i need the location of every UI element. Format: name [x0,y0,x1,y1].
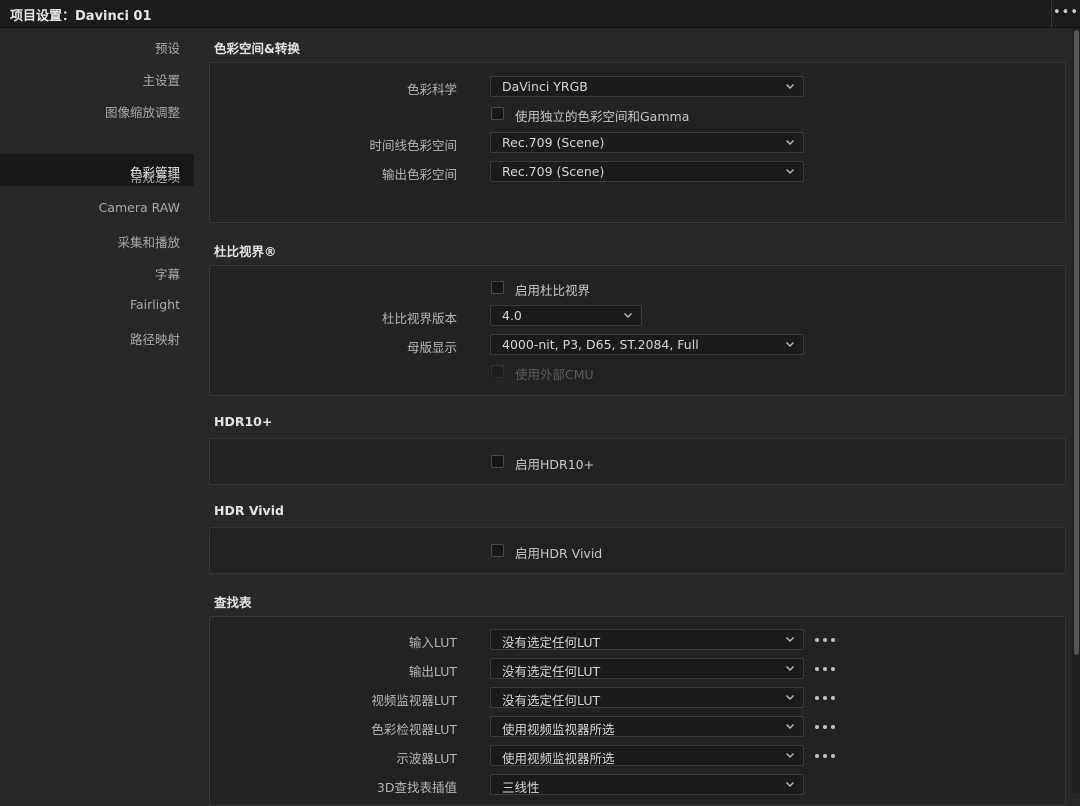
dropdown-value: 使用视频监视器所选 [502,722,615,737]
dropdown-value: Rec.709 (Scene) [502,135,605,150]
sidebar-item-master-settings[interactable]: 主设置 [142,70,180,89]
mastering-display-label: 母版显示 [406,340,457,355]
input-lut-dropdown[interactable]: 没有选定任何LUT [490,629,804,650]
input-lut-label: 输入LUT [408,635,457,650]
output-color-space-dropdown[interactable]: Rec.709 (Scene) [490,161,804,182]
dolby-vision-panel: 启用杜比视界 杜比视界版本 4.0 母版显示 4000-nit, P3, D65… [209,265,1066,396]
color-science-dropdown[interactable]: DaVinci YRGB [490,76,804,97]
chevron-down-icon [786,695,794,700]
separate-gamma-checkbox[interactable] [491,107,504,120]
dropdown-value: 使用视频监视器所选 [502,751,615,766]
scope-lut-label: 示波器LUT [396,751,457,766]
sidebar-item-path-mapping[interactable]: 路径映射 [130,329,180,348]
sidebar-item-general-options[interactable]: 常规选项 [130,167,180,186]
sidebar-item-subtitles[interactable]: 字幕 [155,264,180,283]
color-viewer-lut-label: 色彩检视器LUT [371,722,457,737]
sidebar-item-camera-raw[interactable]: Camera RAW [99,200,180,215]
hdr-vivid-panel: 启用HDR Vivid [209,527,1066,574]
chevron-down-icon [786,782,794,787]
chevron-down-icon [786,637,794,642]
mastering-display-dropdown[interactable]: 4000-nit, P3, D65, ST.2084, Full [490,334,804,355]
output-lut-dropdown[interactable]: 没有选定任何LUT [490,658,804,679]
sidebar-item-presets[interactable]: 预设 [155,38,180,57]
external-cmu-checkbox [491,365,504,378]
lut-interpolation-label: 3D查找表插值 [376,780,457,795]
video-monitor-lut-label: 视频监视器LUT [371,693,457,708]
external-cmu-label: 使用外部CMU [515,367,594,382]
settings-content: 色彩空间&转换 色彩科学 DaVinci YRGB 使用独立的色彩空间和Gamm… [194,28,1072,806]
lut-panel: 输入LUT 没有选定任何LUT 输出LUT 没有选定任何LUT 视频监视器LUT… [209,616,1066,806]
dolby-version-dropdown[interactable]: 4.0 [490,305,642,326]
timeline-color-space-dropdown[interactable]: Rec.709 (Scene) [490,132,804,153]
ellipsis-icon[interactable] [813,749,837,763]
scrollbar-thumb[interactable] [1074,30,1079,655]
scope-lut-dropdown[interactable]: 使用视频监视器所选 [490,745,804,766]
dropdown-value: Rec.709 (Scene) [502,164,605,179]
ellipsis-icon[interactable] [813,720,837,734]
color-space-panel: 色彩科学 DaVinci YRGB 使用独立的色彩空间和Gamma 时间线色彩空… [209,62,1066,223]
section-title-dolby-vision: 杜比视界® [214,244,277,259]
chevron-down-icon [786,140,794,145]
section-title-hdr10plus: HDR10+ [214,414,273,429]
dropdown-value: 没有选定任何LUT [502,693,601,708]
chevron-down-icon [786,84,794,89]
chevron-down-icon [786,666,794,671]
dolby-version-label: 杜比视界版本 [381,311,457,326]
dropdown-value: DaVinci YRGB [502,79,588,94]
chevron-down-icon [786,342,794,347]
timeline-color-space-label: 时间线色彩空间 [369,138,457,153]
dropdown-value: 没有选定任何LUT [502,664,601,679]
chevron-down-icon [786,724,794,729]
output-lut-label: 输出LUT [408,664,457,679]
hdr10plus-panel: 启用HDR10+ [209,438,1066,485]
sidebar-item-image-scaling[interactable]: 图像缩放调整 [105,102,180,121]
enable-hdr10plus-label: 启用HDR10+ [515,457,595,472]
chevron-down-icon [786,169,794,174]
ellipsis-icon[interactable] [813,633,837,647]
enable-hdr-vivid-label: 启用HDR Vivid [515,546,603,561]
output-color-space-label: 输出色彩空间 [381,167,457,182]
color-science-label: 色彩科学 [406,82,457,97]
dropdown-value: 4.0 [502,308,522,323]
video-monitor-lut-dropdown[interactable]: 没有选定任何LUT [490,687,804,708]
section-title-color-space: 色彩空间&转换 [214,41,300,56]
enable-hdr-vivid-checkbox[interactable] [491,544,504,557]
dropdown-value: 4000-nit, P3, D65, ST.2084, Full [502,337,699,352]
sidebar: 预设 主设置 图像缩放调整 色彩管理 常规选项 Camera RAW 采集和播放… [0,28,194,794]
separate-gamma-label: 使用独立的色彩空间和Gamma [515,109,690,124]
enable-hdr10plus-checkbox[interactable] [491,455,504,468]
title-bar: 项目设置：Davinci 01 ••• [0,0,1080,28]
chevron-down-icon [624,313,632,318]
dropdown-value: 三线性 [502,780,540,795]
sidebar-item-capture-playback[interactable]: 采集和播放 [117,232,180,251]
enable-dolby-vision-label: 启用杜比视界 [515,283,591,298]
section-title-lut: 查找表 [214,595,252,610]
ellipsis-icon[interactable] [813,691,837,705]
section-title-hdr-vivid: HDR Vivid [214,503,284,518]
chevron-down-icon [786,753,794,758]
ellipsis-icon[interactable] [813,662,837,676]
ellipsis-icon[interactable]: ••• [1051,0,1080,28]
dropdown-value: 没有选定任何LUT [502,635,601,650]
lut-interpolation-dropdown[interactable]: 三线性 [490,774,804,795]
window-title: 项目设置：Davinci 01 [10,9,152,24]
enable-dolby-vision-checkbox[interactable] [491,281,504,294]
color-viewer-lut-dropdown[interactable]: 使用视频监视器所选 [490,716,804,737]
sidebar-item-fairlight[interactable]: Fairlight [130,297,180,312]
